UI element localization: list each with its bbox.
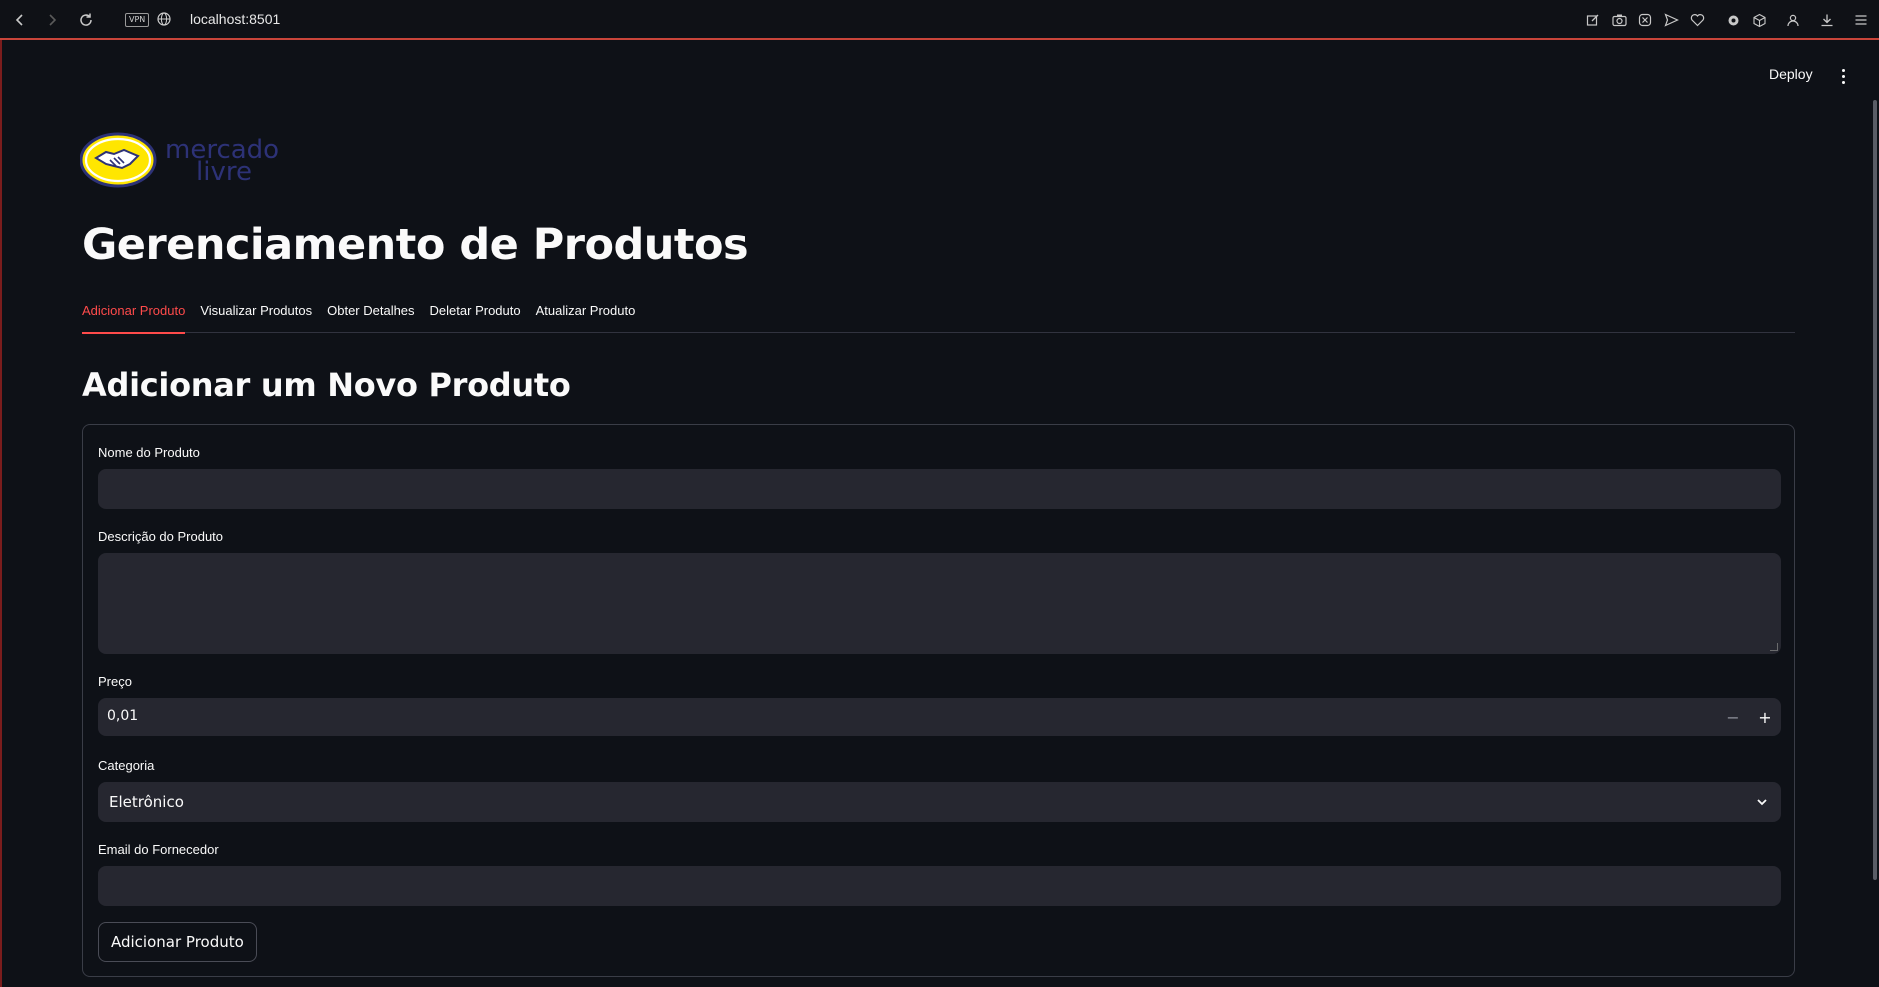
tab-obter-detalhes[interactable]: Obter Detalhes bbox=[327, 300, 414, 333]
globe-icon bbox=[156, 11, 172, 31]
supplier-email-input[interactable] bbox=[98, 866, 1781, 906]
browser-toolbar: VPN localhost:8501 bbox=[0, 0, 1879, 40]
category-label: Categoria bbox=[98, 758, 155, 773]
scrollbar[interactable] bbox=[1873, 100, 1877, 880]
name-label: Nome do Produto bbox=[98, 445, 200, 460]
mercado-livre-logo: mercado livre bbox=[79, 130, 290, 190]
page-title: Gerenciamento de Produtos bbox=[82, 220, 749, 270]
add-product-button[interactable]: Adicionar Produto bbox=[98, 922, 257, 962]
tab-deletar-produto[interactable]: Deletar Produto bbox=[430, 300, 521, 333]
cube-icon[interactable] bbox=[1749, 9, 1769, 31]
send-icon[interactable] bbox=[1661, 9, 1681, 31]
product-description-textarea[interactable] bbox=[98, 553, 1781, 654]
back-icon[interactable] bbox=[8, 8, 32, 32]
product-form: Nome do Produto Descrição do Produto Pre… bbox=[82, 424, 1795, 977]
extension-icon[interactable] bbox=[1723, 9, 1743, 31]
camera-icon[interactable] bbox=[1609, 9, 1629, 31]
description-label: Descrição do Produto bbox=[98, 529, 224, 544]
email-label: Email do Fornecedor bbox=[98, 842, 219, 857]
price-label: Preço bbox=[98, 674, 132, 689]
logo-text-livre: livre bbox=[196, 157, 252, 187]
forward-icon[interactable] bbox=[40, 8, 64, 32]
menu-icon[interactable] bbox=[1851, 9, 1871, 31]
close-circle-icon[interactable] bbox=[1635, 9, 1655, 31]
edit-icon[interactable] bbox=[1583, 9, 1603, 31]
vpn-badge[interactable]: VPN bbox=[125, 13, 150, 27]
section-title: Adicionar um Novo Produto bbox=[82, 366, 571, 404]
tab-adicionar-produto[interactable]: Adicionar Produto bbox=[82, 300, 186, 334]
resize-handle-icon[interactable] bbox=[1770, 643, 1778, 651]
deploy-button[interactable]: Deploy bbox=[1769, 66, 1813, 82]
address-bar[interactable]: localhost:8501 bbox=[190, 11, 280, 27]
price-value[interactable]: 0,01 bbox=[107, 708, 138, 724]
tab-visualizar-produtos[interactable]: Visualizar Produtos bbox=[200, 300, 312, 333]
product-name-input[interactable] bbox=[98, 469, 1781, 509]
download-icon[interactable] bbox=[1817, 9, 1837, 31]
price-number-input[interactable]: 0,01 − + bbox=[98, 698, 1781, 736]
reload-icon[interactable] bbox=[74, 8, 98, 32]
heart-icon[interactable] bbox=[1687, 9, 1707, 31]
browser-extension-icons bbox=[1583, 9, 1871, 31]
window-edge bbox=[0, 40, 2, 987]
decrement-button[interactable]: − bbox=[1717, 698, 1749, 736]
tab-atualizar-produto[interactable]: Atualizar Produto bbox=[536, 300, 636, 333]
category-select[interactable]: Eletrônico bbox=[98, 782, 1781, 822]
chevron-down-icon bbox=[1755, 794, 1769, 813]
tab-bar: Adicionar Produto Visualizar Produtos Ob… bbox=[82, 300, 1795, 334]
increment-button[interactable]: + bbox=[1749, 698, 1781, 736]
profile-icon[interactable] bbox=[1783, 9, 1803, 31]
category-selected-value: Eletrônico bbox=[109, 793, 184, 811]
main-menu-icon[interactable] bbox=[1836, 64, 1850, 88]
